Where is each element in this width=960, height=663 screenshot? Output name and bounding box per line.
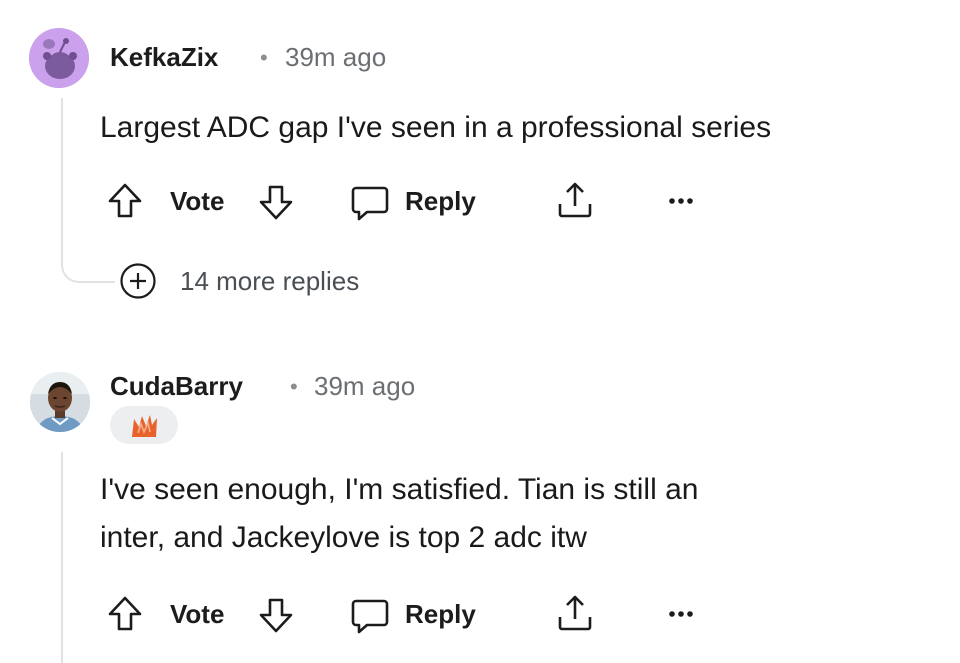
timestamp[interactable]: 39m ago bbox=[314, 371, 415, 402]
comment-body-line: I've seen enough, I'm satisfied. Tian is… bbox=[100, 473, 699, 506]
team-flair-icon bbox=[132, 415, 157, 437]
upvote-icon[interactable] bbox=[107, 182, 143, 220]
more-options-icon[interactable] bbox=[668, 609, 694, 619]
username[interactable]: KefkaZix bbox=[110, 42, 218, 73]
share-icon[interactable] bbox=[555, 180, 595, 220]
downvote-icon[interactable] bbox=[258, 596, 294, 634]
reply-bubble-icon bbox=[351, 599, 389, 634]
meta-separator: • bbox=[290, 374, 298, 399]
more-options-icon[interactable] bbox=[668, 196, 694, 206]
user-photo-avatar[interactable] bbox=[30, 372, 90, 432]
reply-label: Reply bbox=[405, 599, 476, 629]
reply-bubble-icon bbox=[351, 186, 389, 221]
comment-body-line: inter, and Jackeylove is top 2 adc itw bbox=[100, 521, 587, 554]
comment-body-line: Largest ADC gap I've seen in a professio… bbox=[100, 111, 772, 144]
downvote-icon[interactable] bbox=[258, 183, 294, 221]
vote-label: Vote bbox=[170, 186, 225, 216]
comment-body: I've seen enough, I'm satisfied. Tian is… bbox=[100, 466, 698, 562]
username[interactable]: CudaBarry bbox=[110, 371, 243, 402]
comment-body: Largest ADC gap I've seen in a professio… bbox=[100, 104, 771, 152]
timestamp[interactable]: 39m ago bbox=[285, 42, 386, 73]
reply-label: Reply bbox=[405, 186, 476, 216]
plus-circle-icon bbox=[120, 263, 156, 299]
share-icon[interactable] bbox=[555, 593, 595, 633]
meta-separator: • bbox=[260, 45, 268, 70]
snoo-avatar-icon[interactable] bbox=[29, 28, 89, 88]
user-flair bbox=[110, 406, 178, 444]
upvote-icon[interactable] bbox=[107, 595, 143, 633]
thread-line bbox=[61, 452, 63, 663]
more-replies-label: 14 more replies bbox=[180, 266, 360, 296]
vote-label: Vote bbox=[170, 599, 225, 629]
